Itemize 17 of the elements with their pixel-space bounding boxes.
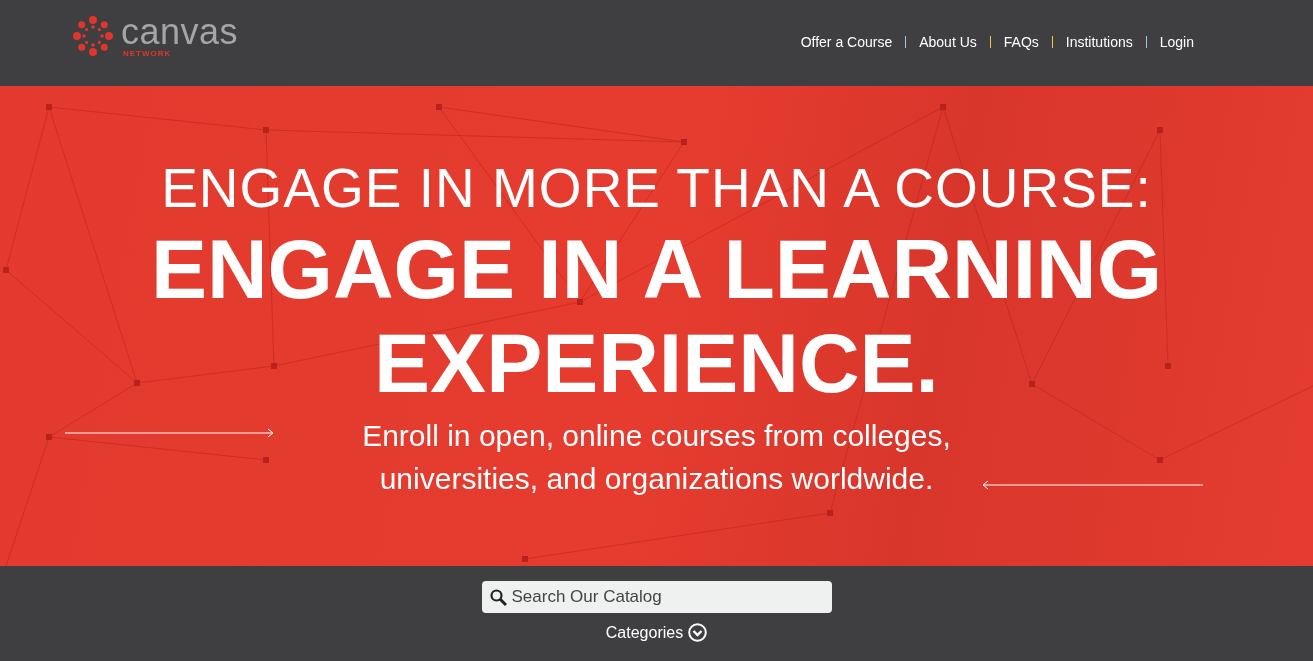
logo-subtitle: NETWORK [123,48,173,58]
nav-link[interactable]: Institutions [1052,34,1146,50]
nav-link[interactable]: About Us [906,34,990,50]
nav-link[interactable]: Offer a Course [787,34,906,50]
logo-icon [73,16,113,56]
hero-headline: ENGAGE IN MORE THAN A COURSE: [161,158,1152,218]
hero-description: Enroll in open, online courses from colleges, universities, and organizations worldwide. [361,418,952,497]
hero-tagline: ENGAGE IN A LEARNING [150,222,1163,316]
search-field[interactable]: Search Our Catalog [481,581,832,613]
arrow-icon [65,428,275,438]
arrow-icon [980,480,1203,490]
hero-tagline: EXPERIENCE. [374,316,939,410]
nav-link[interactable]: Login [1146,34,1207,50]
chevron-down-icon [688,623,708,642]
logo-wordmark: canvas [121,14,239,49]
nav-link[interactable]: FAQs [990,34,1052,50]
categories-button[interactable]: Categories [605,623,708,642]
